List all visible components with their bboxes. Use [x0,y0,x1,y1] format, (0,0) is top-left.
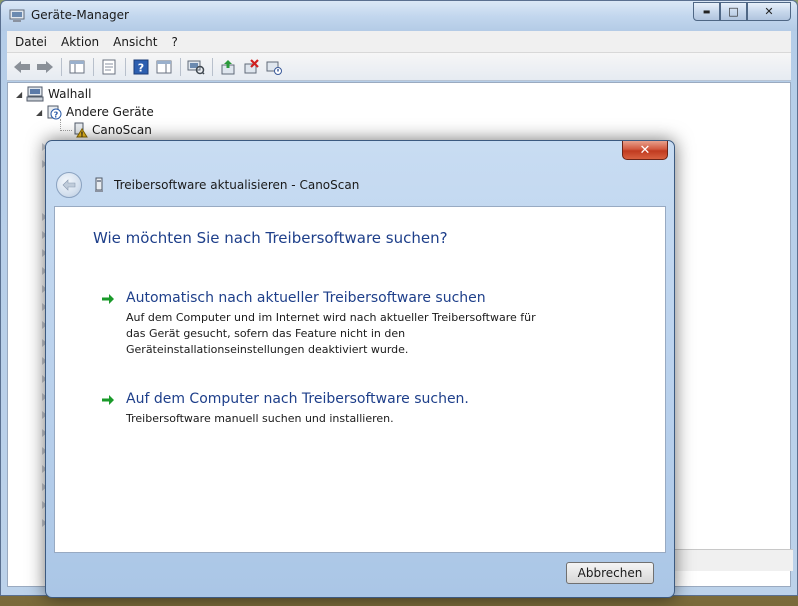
tree-root-walhall[interactable]: ◢ Walhall [16,85,91,103]
green-arrow-icon [102,395,114,405]
uninstall-button[interactable] [240,56,262,78]
help-icon: ? [133,59,149,74]
window-title: Geräte-Manager [31,8,129,22]
tree-group-andere-geraete[interactable]: ◢ ? Andere Geräte [36,103,154,121]
device-icon [95,177,103,192]
back-icon [14,60,30,73]
svg-text:?: ? [54,111,59,120]
unknown-device-icon: ? [47,105,62,120]
option-title[interactable]: Auf dem Computer nach Treibersoftware su… [126,391,469,407]
close-icon: ✕ [764,5,774,18]
show-hide-console-tree-button[interactable] [66,56,88,78]
close-icon: ✕ [639,142,651,158]
toolbar-separator [61,57,62,76]
show-action-pane-button[interactable] [153,56,175,78]
forward-button[interactable] [34,56,56,78]
update-driver-button[interactable] [217,56,239,78]
minimize-button[interactable]: ▬ [693,2,720,21]
option-title[interactable]: Automatisch nach aktueller Treibersoftwa… [126,290,486,306]
dialog-content: Wie möchten Sie nach Treibersoftware suc… [54,206,666,553]
svg-text:?: ? [138,61,144,74]
update-driver-dialog: ✕ Treibersoftware aktualisieren - CanoSc… [45,140,675,598]
maximize-button[interactable]: □ [720,2,747,21]
toolbar-separator [93,57,94,76]
device-manager-icon [9,8,25,24]
page-heading: Wie möchten Sie nach Treibersoftware suc… [93,229,448,247]
close-button[interactable]: ✕ [747,2,791,21]
back-button[interactable] [11,56,33,78]
tree-label: Walhall [48,87,92,101]
cancel-button[interactable]: Abbrechen [566,562,654,584]
scan-hardware-button[interactable] [185,56,207,78]
collapse-icon[interactable]: ◢ [36,108,46,117]
show-hide-console-tree-icon [69,60,85,73]
toolbar: ? [7,53,791,81]
dialog-footer: Abbrechen [54,553,666,593]
menu-bar: Datei Aktion Ansicht ? [7,31,791,53]
green-arrow-icon [102,294,114,304]
maximize-icon: □ [728,5,739,18]
option-description: Treibersoftware manuell suchen und insta… [126,412,394,425]
disable-device-button[interactable] [263,56,285,78]
back-arrow-icon [62,179,76,191]
back-button[interactable] [56,172,82,198]
toolbar-separator [180,57,181,76]
properties-icon [102,59,116,74]
option-search-automatically[interactable]: Automatisch nach aktueller Treibersoftwa… [101,290,571,360]
toolbar-separator [125,57,126,76]
tree-device-canoscan[interactable]: ! CanoScan [72,121,152,139]
computer-icon [26,86,44,102]
show-action-pane-icon [156,60,172,73]
menu-ansicht[interactable]: Ansicht [107,35,163,49]
dialog-title: Treibersoftware aktualisieren - CanoScan [114,178,360,192]
dialog-header: Treibersoftware aktualisieren - CanoScan [52,163,668,207]
warning-device-icon: ! [74,122,88,139]
forward-icon [37,60,53,73]
toolbar-separator [212,57,213,76]
option-description: Auf dem Computer und im Internet wird na… [126,311,536,356]
menu-datei[interactable]: Datei [9,35,53,49]
tree-label: Andere Geräte [66,105,154,119]
help-button[interactable]: ? [130,56,152,78]
tree-label: CanoScan [92,123,152,137]
svg-text:!: ! [80,131,83,139]
title-bar[interactable]: Geräte-Manager ▬ □ ✕ [1,1,797,31]
scan-hardware-icon [187,60,205,75]
update-driver-icon [221,59,235,74]
properties-button[interactable] [98,56,120,78]
uninstall-icon [244,58,259,73]
status-bar [673,549,793,571]
dialog-close-button[interactable]: ✕ [622,141,668,160]
menu-help[interactable]: ? [165,35,183,49]
minimize-icon: ▬ [702,7,711,16]
option-browse-computer[interactable]: Auf dem Computer nach Treibersoftware su… [101,391,571,431]
menu-aktion[interactable]: Aktion [55,35,105,49]
disable-device-icon [266,61,282,75]
collapse-icon[interactable]: ◢ [16,90,26,99]
